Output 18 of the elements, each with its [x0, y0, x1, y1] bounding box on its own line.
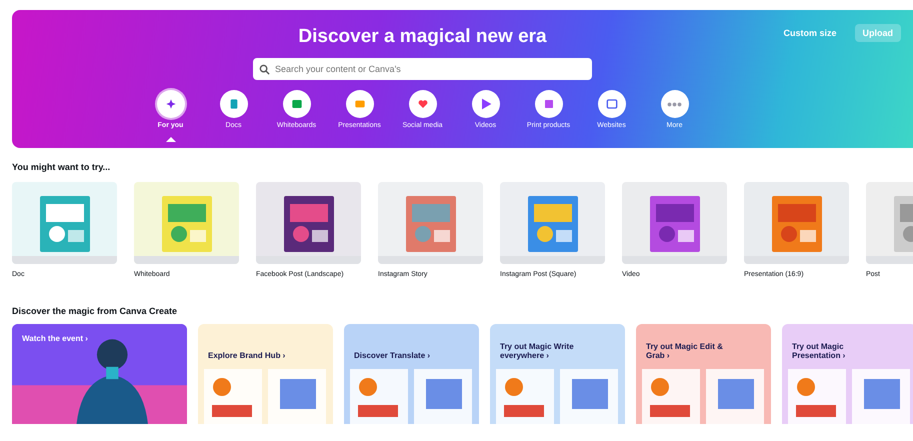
selection-pointer [166, 137, 176, 142]
card-title: Explore Brand Hub › [207, 350, 286, 362]
card-title: Discover Translate › [353, 350, 432, 362]
promo-card[interactable]: Try out Magic Presentation › [782, 324, 913, 424]
card-title: Try out Magic Presentation › [791, 341, 846, 362]
section-heading: You might want to try... [12, 162, 112, 172]
search-icon [259, 64, 270, 75]
card-title: Try out Magic Edit & Grab › [645, 341, 724, 362]
promo-card[interactable]: Explore Brand Hub › [198, 324, 333, 424]
card-title: Try out Magic Write everywhere › [499, 341, 575, 362]
promo-card[interactable]: Discover Translate › [344, 324, 479, 424]
promo-card[interactable]: Watch the event › [12, 324, 187, 424]
section-heading: Discover the magic from Canva Create [12, 306, 178, 316]
promo-card[interactable]: Try out Magic Edit & Grab › [636, 324, 771, 424]
search-field[interactable]: Search your content or Canva's [253, 58, 592, 80]
promo-card[interactable]: Try out Magic Write everywhere › [490, 324, 625, 424]
hero-title: Discover a magical new era [298, 26, 547, 48]
card-title: Watch the event › [21, 333, 89, 345]
